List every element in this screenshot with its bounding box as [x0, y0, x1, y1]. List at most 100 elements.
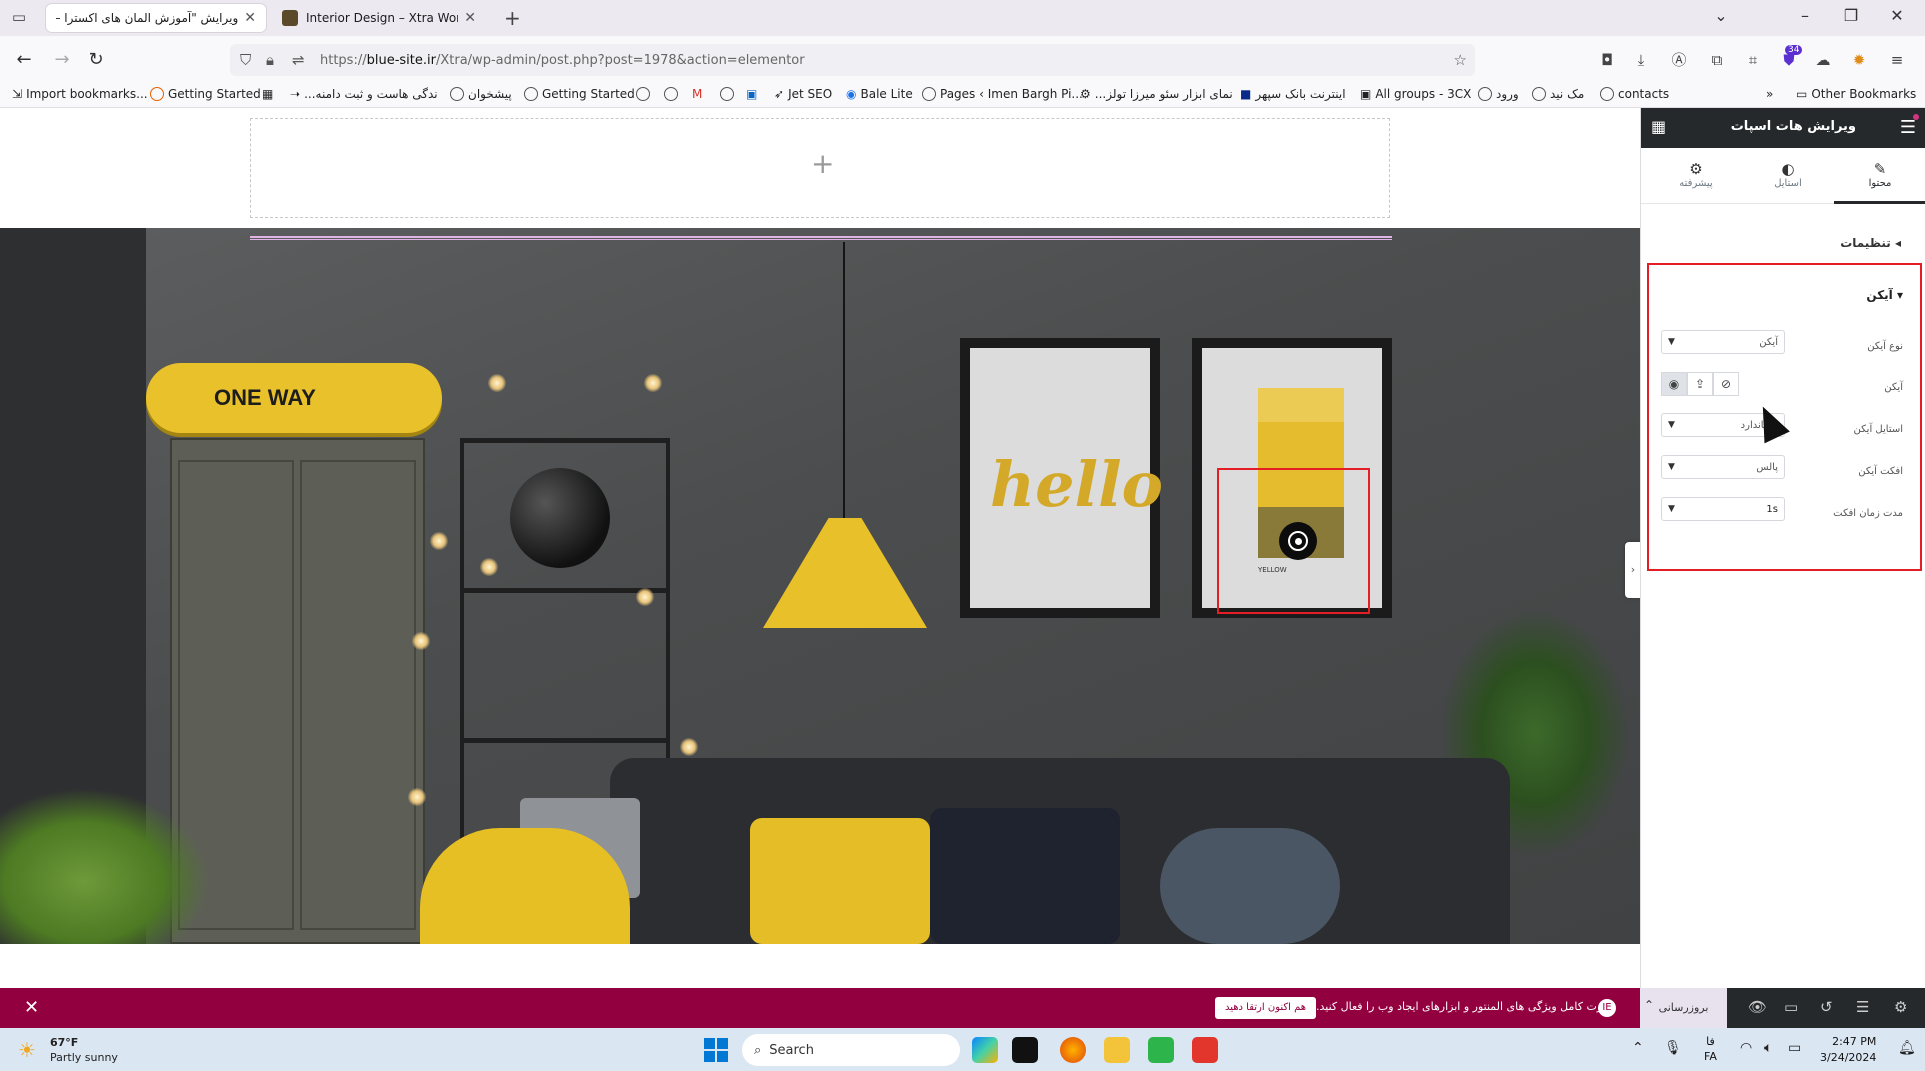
camtasia-recorder-icon[interactable] — [1192, 1037, 1218, 1063]
crop-icon[interactable]: ⌗ — [1742, 49, 1764, 71]
tab-elementor-editor[interactable]: ویرایش "آموزش المان های اکسترا – ✕ — [46, 4, 266, 32]
hero-image-section[interactable]: ONE WAY hello YELLOW — [0, 228, 1640, 944]
upgrade-now-button[interactable]: هم اکنون ارتقا دهید — [1215, 997, 1317, 1019]
tab-list-icon[interactable]: ▭ — [8, 8, 30, 28]
bookmark-getting-started[interactable]: Getting Started — [150, 87, 261, 101]
bookmark-bale-lite[interactable]: ◉ Bale Lite — [846, 87, 913, 101]
panel-title: ویرایش هات اسپات — [1730, 119, 1856, 134]
extension-orange-icon[interactable]: ✹ — [1848, 49, 1870, 71]
windows-start-icon[interactable] — [704, 1038, 728, 1062]
camtasia-icon[interactable] — [1148, 1037, 1174, 1063]
search-placeholder: Search — [769, 1042, 814, 1058]
preview-eye-icon[interactable]: 👁︎ — [1748, 998, 1767, 1016]
bookmark-contacts[interactable]: contacts — [1600, 87, 1669, 101]
collapse-panel-icon[interactable]: › — [1625, 542, 1641, 598]
chevron-up-icon[interactable]: ⌃ — [1644, 998, 1654, 1012]
caret-down-icon: ▼ — [1668, 337, 1675, 347]
widgets-grid-icon[interactable]: ▦ — [1651, 117, 1666, 136]
history-icon[interactable]: ↺ — [1820, 998, 1833, 1016]
tab-title: Interior Design – Xtra WordPress — [306, 11, 458, 25]
back-icon[interactable]: ← — [12, 48, 36, 72]
upload-icon-option[interactable]: ⇪ — [1687, 372, 1713, 396]
extension-badge: 34 — [1785, 45, 1803, 55]
copilot-icon[interactable] — [972, 1037, 998, 1063]
bookmark-login[interactable]: ورود — [1478, 87, 1519, 101]
microphone-icon[interactable]: 🎙︎ — [1664, 1040, 1682, 1056]
volume-icon[interactable]: 🔈︎ — [1764, 1040, 1772, 1056]
shelf-plank — [464, 588, 666, 593]
import-icon: ⇲ — [12, 87, 23, 101]
wifi-icon[interactable]: ◠ — [1740, 1040, 1752, 1056]
list-all-tabs-icon[interactable]: ⌄ — [1706, 6, 1736, 25]
close-tab-icon[interactable]: ✕ — [464, 10, 476, 26]
icon-type-select[interactable]: آیکن ▼ — [1661, 330, 1785, 354]
bookmark-hosting[interactable]: ➝ ...ندگی هاست و ثبت دامنه — [290, 87, 438, 101]
tab-style[interactable]: ◐ استایل — [1742, 148, 1834, 204]
bookmark-jet-seo[interactable]: ➶ Jet SEO — [774, 87, 832, 101]
close-window-icon[interactable]: ✕ — [1882, 6, 1912, 25]
bookmark-item[interactable] — [720, 87, 734, 101]
bookmark-pages[interactable]: Pages ‹ Imen Bargh Pi... — [922, 87, 1083, 101]
globe-icon — [664, 87, 678, 101]
none-icon-option[interactable]: ⊘ — [1713, 372, 1739, 396]
bookmark-mirza-tools[interactable]: ⚙ ...نمای ابزار سئو میرزا تولز — [1080, 87, 1233, 101]
tab-content[interactable]: ✎ محتوا — [1834, 148, 1925, 204]
bookmark-item[interactable] — [664, 87, 678, 101]
other-bookmarks[interactable]: ▭ Other Bookmarks — [1796, 87, 1916, 101]
icon-subsection-toggle[interactable]: ▾ آیکن — [1866, 288, 1903, 302]
close-tab-icon[interactable]: ✕ — [244, 10, 256, 26]
icon-effect-select[interactable]: پالس ▼ — [1661, 455, 1785, 479]
clock[interactable]: 2:47 PM 3/24/2024 — [1820, 1034, 1876, 1066]
extensions-icon[interactable]: ⧉ — [1706, 49, 1728, 71]
caret-down-icon: ▼ — [1668, 462, 1675, 472]
bookmark-import[interactable]: ⇲ Import bookmarks... — [12, 87, 148, 101]
shield-icon[interactable]: ⛉ — [240, 51, 251, 69]
terminal-icon[interactable] — [1012, 1037, 1038, 1063]
downloads-icon[interactable]: ⤓ — [1630, 49, 1652, 71]
new-tab-icon[interactable]: + — [504, 6, 521, 30]
bookmark-gmail[interactable]: M — [692, 87, 702, 101]
minimize-icon[interactable]: – — [1790, 6, 1820, 25]
bookmark-dashboard[interactable]: پیشخوان — [450, 87, 512, 101]
bookmark-mac-need[interactable]: مک نید — [1532, 87, 1584, 101]
bookmark-item[interactable] — [636, 87, 650, 101]
battery-icon[interactable]: ▭ — [1788, 1040, 1801, 1056]
permissions-icon[interactable]: ⇌ — [292, 51, 305, 69]
tab-advanced[interactable]: ⚙ پیشرفته — [1650, 148, 1742, 204]
navigator-layers-icon[interactable]: ☰ — [1856, 998, 1869, 1016]
account-icon[interactable]: Ⓐ — [1668, 49, 1690, 71]
add-section-icon[interactable]: + — [811, 147, 834, 180]
forward-icon[interactable]: → — [50, 48, 74, 72]
bookmark-sepah-bank[interactable]: ■ اینترنت بانک سپهر — [1240, 87, 1346, 101]
bookmark-star-icon[interactable]: ☆ — [1454, 51, 1467, 69]
responsive-icon[interactable]: ▭ — [1784, 998, 1798, 1016]
bookmark-item[interactable]: ▦ — [262, 87, 273, 101]
lock-icon[interactable]: 🔒︎ — [266, 51, 274, 69]
close-promo-icon[interactable]: ✕ — [24, 997, 39, 1018]
language-indicator[interactable]: فا FA — [1704, 1034, 1717, 1064]
weather-widget[interactable]: 67°F Partly sunny — [50, 1035, 118, 1065]
app-menu-icon[interactable]: ≡ — [1886, 49, 1908, 71]
address-bar[interactable]: ⛉ 🔒︎ ⇌ https://blue-site.ir/Xtra/wp-admi… — [230, 44, 1475, 76]
tab-interior-design[interactable]: Interior Design – Xtra WordPress ✕ — [272, 4, 486, 32]
pocket-icon[interactable]: ◘ — [1596, 49, 1618, 71]
bookmark-getting-started-2[interactable]: Getting Started — [524, 87, 635, 101]
cloud-icon[interactable]: ☁ — [1812, 49, 1834, 71]
taskbar-search[interactable]: ⌕ Search — [742, 1034, 960, 1066]
settings-gear-icon[interactable]: ⚙ — [1894, 998, 1907, 1016]
settings-section-toggle[interactable]: ◂ تنظیمات — [1840, 236, 1901, 250]
hotspot-marker-icon[interactable] — [1279, 522, 1317, 560]
add-section-area[interactable]: + — [250, 118, 1390, 218]
tray-chevron-icon[interactable]: ⌃ — [1632, 1040, 1644, 1056]
reload-icon[interactable]: ↻ — [84, 48, 108, 72]
maximize-icon[interactable]: ❐ — [1836, 6, 1866, 25]
file-explorer-icon[interactable] — [1104, 1037, 1130, 1063]
target-icon-option[interactable]: ◉ — [1661, 372, 1687, 396]
bookmark-3cx[interactable]: ▣ All groups - 3CX — [1360, 87, 1471, 101]
bookmark-item[interactable]: ▣ — [746, 87, 757, 101]
more-bookmarks-icon[interactable]: » — [1766, 87, 1773, 101]
effect-duration-select[interactable]: 1s ▼ — [1661, 497, 1785, 521]
hamburger-menu-icon[interactable]: ☰ — [1900, 117, 1916, 138]
firefox-icon[interactable] — [1060, 1037, 1086, 1063]
notifications-bell-icon[interactable]: 🔔︎ — [1898, 1040, 1916, 1056]
